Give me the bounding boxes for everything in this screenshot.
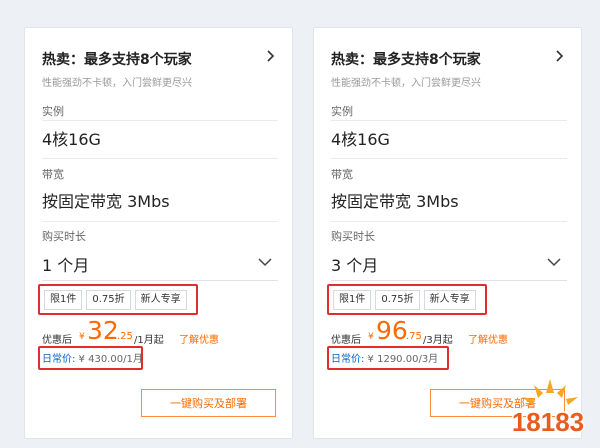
price-prefix: 优惠后 [331, 335, 361, 346]
buy-deploy-button[interactable]: 一键购买及部署 [141, 389, 276, 417]
regular-price: 日常价: ¥ 430.00/1月 [42, 350, 143, 365]
chevron-right-icon[interactable] [264, 50, 276, 62]
price-integer: 32 [87, 316, 119, 345]
learn-more-link[interactable]: 了解优惠 [468, 331, 508, 346]
price-integer: 96 [376, 316, 408, 345]
regular-price: 日常价: ¥ 1290.00/3月 [331, 350, 438, 365]
promo-tags: 限1件 0.75折 新人专享 [42, 287, 189, 313]
bandwidth-value: 按固定带宽 3Mbs [331, 192, 459, 211]
card-title: 热卖：最多支持8个玩家 [331, 52, 481, 68]
duration-value: 1 个月 [42, 256, 90, 275]
price-unit: /1月起 [134, 335, 164, 346]
card-subtitle: 性能强劲不卡顿，入门尝鲜更尽兴 [331, 78, 481, 89]
divider [331, 158, 567, 159]
duration-select[interactable]: 1 个月 [42, 244, 278, 281]
price-decimal: .75 [406, 331, 422, 342]
learn-more-link[interactable]: 了解优惠 [179, 331, 219, 346]
watermark-text: 18183 [512, 407, 584, 437]
duration-label: 购买时长 [331, 230, 375, 243]
regular-price-label: 日常价: [42, 354, 76, 365]
tag-limit: 限1件 [44, 290, 83, 310]
currency-symbol: ¥ [79, 332, 85, 342]
chevron-right-icon[interactable] [553, 50, 565, 62]
regular-price-value: ¥ 430.00/1月 [75, 354, 143, 365]
divider [331, 221, 567, 222]
divider [42, 158, 278, 159]
currency-symbol: ¥ [368, 332, 374, 342]
promo-tags: 限1件 0.75折 新人专享 [331, 287, 478, 313]
tag-discount: 0.75折 [86, 290, 131, 310]
price-prefix: 优惠后 [42, 335, 72, 346]
card-subtitle: 性能强劲不卡顿，入门尝鲜更尽兴 [42, 78, 192, 89]
watermark-logo-icon: 18183 [510, 379, 586, 439]
regular-price-label: 日常价: [331, 354, 365, 365]
tag-new-user: 新人专享 [423, 290, 476, 310]
price-unit: /3月起 [423, 335, 453, 346]
chevron-down-icon [547, 258, 561, 267]
bandwidth-value: 按固定带宽 3Mbs [42, 192, 170, 211]
bandwidth-label: 带宽 [331, 168, 353, 181]
instance-label: 实例 [42, 105, 64, 118]
duration-label: 购买时长 [42, 230, 86, 243]
instance-label: 实例 [331, 105, 353, 118]
divider [42, 221, 278, 222]
product-card-1: 热卖：最多支持8个玩家 性能强劲不卡顿，入门尝鲜更尽兴 实例 4核16G 带宽 … [24, 27, 293, 439]
chevron-down-icon [258, 258, 272, 267]
duration-value: 3 个月 [331, 256, 379, 275]
price-decimal: .25 [117, 331, 133, 342]
instance-value: 4核16G [42, 130, 101, 149]
duration-select[interactable]: 3 个月 [331, 244, 567, 281]
regular-price-value: ¥ 1290.00/3月 [364, 354, 439, 365]
tag-limit: 限1件 [333, 290, 372, 310]
tag-discount: 0.75折 [375, 290, 420, 310]
bandwidth-label: 带宽 [42, 168, 64, 181]
instance-value: 4核16G [331, 130, 390, 149]
tag-new-user: 新人专享 [134, 290, 187, 310]
card-header[interactable]: 热卖：最多支持8个玩家 性能强劲不卡顿，入门尝鲜更尽兴 [331, 28, 567, 121]
card-title: 热卖：最多支持8个玩家 [42, 52, 192, 68]
card-header[interactable]: 热卖：最多支持8个玩家 性能强劲不卡顿，入门尝鲜更尽兴 [42, 28, 278, 121]
